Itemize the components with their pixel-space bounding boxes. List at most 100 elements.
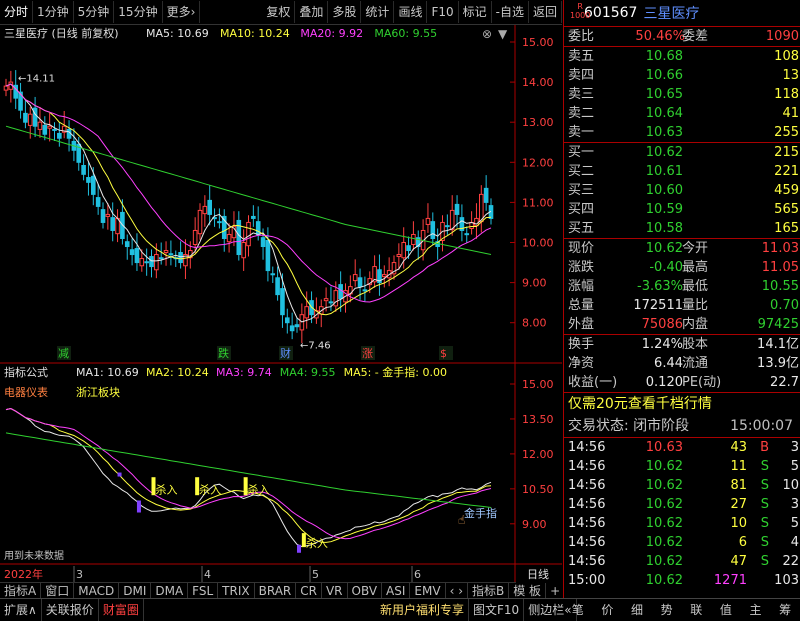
quote-label: 内盘	[682, 317, 709, 332]
toolbar-0-tab[interactable]: 分时	[0, 1, 34, 23]
toolbar-action-5[interactable]: F10	[427, 1, 459, 23]
candle-body	[396, 254, 402, 258]
toolbar-4-tab[interactable]: 更多›	[163, 1, 201, 23]
future-data-note: 用到未来数据	[4, 549, 64, 562]
tick-price: 10.62	[645, 535, 683, 550]
indicator-tick-label: 9.00	[522, 518, 547, 531]
indicator-tab-11[interactable]: ASI	[382, 583, 411, 599]
candle-body	[86, 177, 91, 183]
candle-body	[362, 289, 368, 292]
quote-value: 10.62	[645, 241, 683, 256]
panel-tab-3[interactable]: 势	[657, 599, 677, 621]
chart-toolbar: 分时 1分钟 5分钟 15分钟 更多› 复权 叠加 多股 统计 画线 F10 标记 -自选 返回	[0, 0, 562, 25]
panel-tab-5[interactable]: 值	[716, 599, 736, 621]
indicator-tab-6[interactable]: TRIX	[218, 583, 255, 599]
close-icon[interactable]: ⊗	[482, 27, 492, 41]
panel-tab-0[interactable]: 笔	[568, 599, 588, 621]
indicator-tab-7[interactable]: BRAR	[255, 583, 297, 599]
period-label[interactable]: 日线	[527, 567, 549, 581]
indicator-tab-9[interactable]: VR	[322, 583, 348, 599]
indicator-tab-12[interactable]: EMV	[410, 583, 446, 599]
candle-body	[226, 233, 232, 243]
toolbar-action-3[interactable]: 统计	[361, 1, 395, 23]
panel-tab-6[interactable]: 主	[746, 599, 766, 621]
bottom-bar: 扩展∧ 关联报价 财富圈 新用户福利专享 图文F10 侧边栏« 笔价细势联值主筹	[0, 598, 800, 621]
indicator-tab-10[interactable]: OBV	[348, 583, 383, 599]
quote-row: 涨幅 -3.63% 最低 10.55	[564, 277, 800, 296]
indicator-tab-2[interactable]: MACD	[74, 583, 120, 599]
promo-row[interactable]: 仅需20元查看千档行情	[564, 393, 800, 415]
indicator-tab-3[interactable]: DMI	[119, 583, 152, 599]
toolbar-action-6[interactable]: 标记	[459, 1, 492, 23]
candle-body	[37, 121, 43, 130]
panel-tab-2[interactable]: 细	[627, 599, 647, 621]
bids-volume: 459	[774, 183, 799, 198]
panel-tab-4[interactable]: 联	[686, 599, 706, 621]
indicator-tab-1[interactable]: 窗口	[41, 583, 75, 599]
toolbar-action-4[interactable]: 画线	[394, 1, 428, 23]
chevron-down-icon[interactable]: ▼	[498, 27, 508, 41]
promo-text[interactable]: 仅需20元查看千档行情	[568, 393, 712, 415]
golden-finger-label: 金手指	[464, 506, 497, 520]
quote-stats: 现价 10.62 今开 11.03 涨跌 -0.40 最高 11.05 涨幅 -3.63% 最低 10…	[564, 239, 800, 335]
indicator-tabs: 指标A 窗口 MACD DMI DMA FSL TRIX BRAR CR VR OBV ASI EMV ‹…	[0, 582, 579, 599]
trade-status: 交易状态: 闭市阶段	[568, 418, 690, 434]
kline-chart-area[interactable]: 三星医疗 (日线 前复权) MA5: 10.69 MA10: 10.24 MA20: …	[0, 25, 562, 582]
indicator-tab-5[interactable]: FSL	[188, 583, 219, 599]
toolbar-action-8[interactable]: 返回	[529, 1, 562, 23]
asks-volume: 255	[774, 125, 799, 140]
bids-price: 10.58	[645, 221, 683, 236]
bottom-link-1[interactable]: 图文F10	[469, 599, 525, 621]
indicator-tab-14[interactable]: 指标B	[468, 583, 510, 599]
r-badge: R 1000	[570, 2, 591, 20]
finance-label: 股本	[682, 337, 709, 352]
toolbar-1-tab[interactable]: 1分钟	[33, 1, 74, 23]
toolbar-2-tab[interactable]: 5分钟	[74, 1, 115, 23]
candle-body	[357, 277, 363, 288]
toolbar-action-0[interactable]: 复权	[262, 1, 296, 23]
toolbar-3-tab[interactable]: 15分钟	[114, 1, 163, 23]
candle-body	[304, 306, 309, 319]
quote-value: -3.63%	[637, 279, 683, 294]
candle-body	[338, 284, 343, 300]
bottom-tab-0[interactable]: 扩展∧	[0, 599, 42, 621]
candle-body	[289, 325, 295, 332]
asks-price: 10.63	[645, 125, 683, 140]
finance-label: 收益(一)	[568, 375, 618, 390]
quote-value: 75086	[641, 317, 683, 332]
tick-count: 5	[790, 459, 799, 474]
indicator-tab-4[interactable]: DMA	[151, 583, 189, 599]
panel-tab-1[interactable]: 价	[597, 599, 617, 621]
signal-label: 财	[280, 346, 291, 360]
tick-count: 3	[790, 497, 799, 512]
toolbar-action-1[interactable]: 叠加	[295, 1, 329, 23]
indicator-tab-15[interactable]: 模 板	[509, 583, 547, 599]
toolbar-action-7[interactable]: -自选	[492, 1, 529, 23]
toolbar-action-2[interactable]: 多股	[328, 1, 362, 23]
tick-row: 14:56 10.62 81 S 10	[564, 476, 800, 495]
indicator-tick-label: 12.00	[522, 448, 554, 461]
indicator-tab-8[interactable]: CR	[296, 583, 322, 599]
candle-body	[192, 229, 198, 246]
indicator-tab-0[interactable]: 指标A	[0, 583, 42, 599]
candle-body	[134, 248, 140, 264]
indicator-tab-13[interactable]: ‹ ›	[446, 583, 468, 599]
candle-body	[328, 301, 334, 304]
quote-value: -0.40	[649, 260, 683, 275]
bottom-link-0[interactable]: 新用户福利专享	[376, 599, 470, 621]
weibi-value: 50.46%	[635, 29, 685, 44]
tick-volume: 10	[730, 516, 747, 531]
bids-volume: 565	[774, 202, 799, 217]
finance-label: 换手	[568, 337, 595, 352]
panel-tab-7[interactable]: 筹	[775, 599, 795, 621]
bids-price: 10.61	[645, 164, 683, 179]
bids-volume: 221	[774, 164, 799, 179]
quote-value: 11.05	[761, 260, 799, 275]
bottom-tab-1[interactable]: 关联报价	[42, 599, 99, 621]
bottom-tab-2[interactable]: 财富圈	[99, 599, 144, 621]
asks-volume: 108	[774, 49, 799, 64]
candle-body	[323, 298, 329, 302]
status-row: 交易状态: 闭市阶段 15:00:07	[564, 415, 800, 438]
candle-body	[464, 233, 470, 236]
bids-row: 买一 10.62 215	[564, 143, 800, 162]
